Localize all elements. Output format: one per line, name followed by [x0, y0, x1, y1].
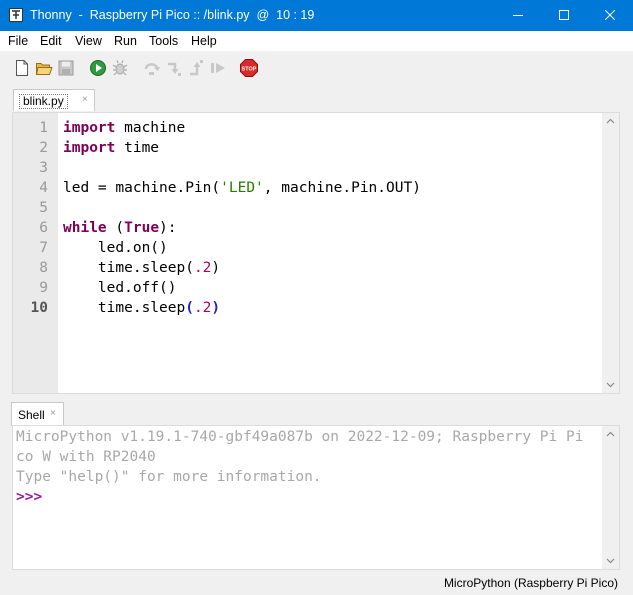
- resume-icon[interactable]: [209, 59, 227, 77]
- new-file-icon[interactable]: [13, 59, 31, 77]
- line-number: 7: [39, 240, 48, 256]
- toolbar: STOP: [0, 51, 633, 85]
- shell-prompt[interactable]: >>>: [16, 489, 42, 505]
- code-text: time.sleep(: [63, 260, 194, 276]
- step-out-icon[interactable]: [187, 59, 205, 77]
- menu-edit[interactable]: Edit: [40, 34, 62, 48]
- save-icon[interactable]: [57, 59, 75, 77]
- matched-paren: ): [211, 300, 221, 316]
- code-text: ):: [159, 220, 177, 236]
- stop-icon[interactable]: STOP: [240, 59, 258, 77]
- code-text: time.sleep: [63, 300, 186, 316]
- code-editor[interactable]: 1 2 3 4 5 6 7 8 9 10 import machine impo…: [12, 112, 620, 394]
- line-number-gutter: 1 2 3 4 5 6 7 8 9 10: [13, 113, 58, 393]
- number-literal: .2: [193, 260, 212, 276]
- menu-tools[interactable]: Tools: [149, 34, 178, 48]
- code-text: led = machine.Pin(: [63, 180, 221, 196]
- step-over-icon[interactable]: [143, 59, 161, 77]
- code-line: led = machine.Pin('LED', machine.Pin.OUT…: [63, 180, 421, 196]
- shell-output-line: co W with RP2040: [16, 449, 156, 465]
- shell-output-line: MicroPython v1.19.1-740-gbf49a087b on 20…: [16, 429, 584, 445]
- menu-help[interactable]: Help: [191, 34, 217, 48]
- menu-bar: File Edit View Run Tools Help: [0, 31, 633, 51]
- number-literal: .2: [193, 300, 212, 316]
- code-text: time: [115, 140, 160, 156]
- thonny-app-icon: [9, 8, 23, 22]
- code-text: ): [211, 260, 221, 276]
- current-line-number: 10: [30, 300, 48, 316]
- step-into-icon[interactable]: [165, 59, 183, 77]
- code-line: time.sleep(.2): [63, 260, 220, 276]
- line-number: 9: [39, 280, 48, 296]
- code-text: led.on(): [63, 240, 168, 256]
- editor-scrollbar[interactable]: [602, 113, 619, 393]
- open-file-icon[interactable]: [35, 59, 53, 77]
- title-bar[interactable]: Thonny - Raspberry Pi Pico :: /blink.py …: [0, 0, 633, 31]
- scroll-down-icon[interactable]: [606, 556, 615, 565]
- window-title: Thonny - Raspberry Pi Pico :: /blink.py …: [30, 8, 315, 22]
- line-number: 3: [39, 160, 48, 176]
- code-text: (: [106, 220, 125, 236]
- code-line: import time: [63, 140, 159, 156]
- code-line: while (True):: [63, 220, 177, 236]
- tab-blink-py[interactable]: blink.py ×: [13, 89, 95, 111]
- string-literal: 'LED': [220, 180, 264, 196]
- debug-icon[interactable]: [111, 59, 129, 77]
- minimize-icon: [513, 15, 523, 16]
- matched-paren: (: [185, 300, 194, 316]
- line-number: 6: [39, 220, 48, 236]
- line-number: 1: [39, 120, 48, 136]
- scroll-down-icon[interactable]: [606, 380, 615, 389]
- code-line: led.off(): [63, 280, 177, 296]
- keyword: import: [63, 140, 116, 156]
- scroll-up-icon[interactable]: [606, 430, 615, 439]
- code-line: import machine: [63, 120, 185, 136]
- keyword: True: [124, 220, 160, 236]
- keyword: while: [63, 220, 107, 236]
- maximize-icon: [559, 10, 569, 20]
- tab-shell[interactable]: Shell ×: [11, 402, 64, 426]
- tab-close-icon[interactable]: ×: [82, 94, 88, 105]
- code-text: , machine.Pin.OUT): [263, 180, 421, 196]
- shell-tab-bar: Shell ×: [0, 402, 633, 426]
- stop-icon-label: STOP: [242, 66, 257, 72]
- shell-console[interactable]: MicroPython v1.19.1-740-gbf49a087b on 20…: [12, 425, 620, 570]
- status-bar: MicroPython (Raspberry Pi Pico): [0, 572, 633, 595]
- maximize-button[interactable]: [541, 0, 587, 31]
- code-line: led.on(): [63, 240, 168, 256]
- line-number: 4: [39, 180, 48, 196]
- menu-file[interactable]: File: [8, 34, 28, 48]
- menu-run[interactable]: Run: [114, 34, 137, 48]
- close-button[interactable]: [587, 0, 633, 31]
- line-number: 2: [39, 140, 48, 156]
- tab-label: blink.py: [19, 94, 68, 109]
- line-number: 5: [39, 200, 48, 216]
- shell-tab-label: Shell: [18, 408, 45, 422]
- minimize-button[interactable]: [495, 0, 541, 31]
- keyword: import: [63, 120, 116, 136]
- shell-tab-close-icon[interactable]: ×: [50, 408, 56, 419]
- close-icon: [605, 10, 615, 20]
- interpreter-selector[interactable]: MicroPython (Raspberry Pi Pico): [444, 576, 618, 590]
- menu-view[interactable]: View: [75, 34, 102, 48]
- editor-tab-bar: blink.py ×: [0, 85, 633, 112]
- run-icon[interactable]: [89, 59, 107, 77]
- code-line: time.sleep(.2): [63, 300, 220, 316]
- line-number: 8: [39, 260, 48, 276]
- shell-scrollbar[interactable]: [602, 426, 619, 569]
- code-text: machine: [115, 120, 186, 136]
- shell-output-line: Type "help()" for more information.: [16, 469, 322, 485]
- code-text: led.off(): [63, 280, 177, 296]
- scroll-up-icon[interactable]: [606, 117, 615, 126]
